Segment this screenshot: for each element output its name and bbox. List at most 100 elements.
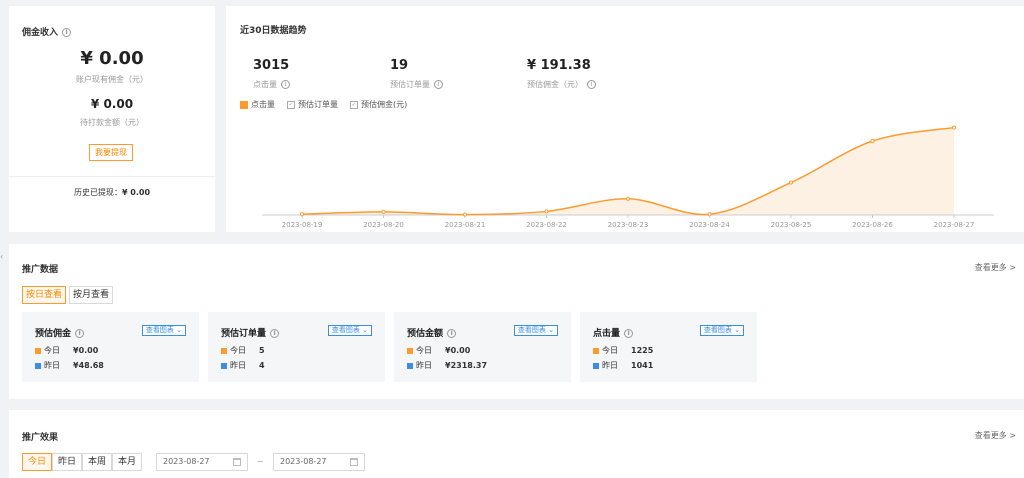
info-icon[interactable]: i [62, 28, 72, 37]
x-tick-label: 2023-08-26 [852, 221, 893, 229]
est-commission-label: 预估佣金（元） [527, 80, 583, 89]
square-icon [35, 347, 41, 354]
chevron-down-icon: ⌄ [176, 326, 182, 334]
today-row: 今日 ¥0.00 [35, 345, 98, 356]
stat-card-amount: 预估金额 i 查看图表 ⌄ 今日 ¥0.00 昨日 ¥2318.37 [394, 312, 571, 382]
x-tick-label: 2023-08-19 [282, 221, 323, 229]
stat-card-commission: 预估佣金 i 查看图表 ⌄ 今日 ¥0.00 昨日 ¥48.68 [22, 312, 199, 382]
clicks-value: 3015 [253, 58, 290, 73]
x-tick-label: 2023-08-24 [689, 221, 730, 229]
balance-value: ¥ 0.00 [80, 48, 144, 69]
tab-yesterday[interactable]: 昨日 [52, 453, 82, 471]
data-point[interactable] [788, 180, 794, 185]
clicks-label: 点击量 [253, 80, 277, 89]
square-icon [221, 347, 227, 354]
today-value: 5 [259, 346, 265, 355]
square-icon [407, 347, 413, 354]
stat-title: 预估佣金 [35, 329, 72, 339]
chevron-down-icon: ⌄ [548, 326, 554, 334]
history-label: 历史已提现： [73, 188, 122, 197]
x-tick-label: 2023-08-27 [934, 221, 975, 229]
today-value: ¥0.00 [445, 346, 471, 355]
x-tick-label: 2023-08-20 [363, 221, 404, 229]
tab-this-month[interactable]: 本月 [112, 453, 142, 471]
effect-more-link[interactable]: 查看更多 > [975, 430, 1016, 441]
commission-card: 佣金收入 i ¥ 0.00 账户现有佣金（元） ¥ 0.00 待打款金额（元） 我… [9, 6, 215, 232]
view-chart-button[interactable]: 查看图表 ⌄ [141, 325, 186, 336]
pending-value: ¥ 0.00 [90, 97, 134, 111]
view-chart-button[interactable]: 查看图表 ⌄ [513, 325, 558, 336]
tab-today[interactable]: 今日 [22, 453, 52, 471]
promo-more-link[interactable]: 查看更多 > [975, 262, 1016, 273]
balance-label: 账户现有佣金（元） [76, 75, 148, 84]
chevron-down-icon: ⌄ [362, 326, 368, 334]
x-tick-label: 2023-08-21 [445, 221, 486, 229]
yesterday-value: ¥48.68 [73, 361, 104, 370]
sidebar-collapse-icon[interactable]: ‹ [0, 252, 3, 261]
est-commission-value: ¥ 191.38 [527, 58, 591, 73]
today-row: 今日 1225 [593, 345, 653, 356]
yesterday-row: 昨日 ¥2318.37 [407, 360, 487, 371]
info-icon[interactable]: i [587, 80, 596, 89]
x-tick-label: 2023-08-23 [608, 221, 649, 229]
legend-square-icon [240, 100, 248, 109]
date-separator: ~ [257, 457, 264, 466]
trend-card: 近30日数据趋势 3015 点击量 i 19 预估订单量 i ¥ 191.38 预估… [226, 6, 1024, 232]
stat-title: 预估金额 [407, 329, 444, 339]
legend-orders[interactable]: ✓ 预估订单量 [287, 99, 338, 110]
info-icon[interactable]: i [281, 80, 290, 89]
series-area [302, 127, 954, 215]
stat-card-clicks: 点击量 i 查看图表 ⌄ 今日 1225 昨日 1041 [580, 312, 757, 382]
info-icon[interactable]: i [447, 329, 457, 338]
yesterday-value: 1041 [631, 361, 654, 370]
square-icon [221, 362, 227, 369]
view-chart-button[interactable]: 查看图表 ⌄ [327, 325, 372, 336]
legend-commission[interactable]: ✓ 预估佣金(元) [350, 99, 407, 110]
data-point[interactable] [544, 209, 549, 214]
square-icon [593, 347, 599, 354]
tab-daily[interactable]: 按日查看 [22, 286, 66, 304]
square-icon [407, 362, 413, 369]
info-icon[interactable]: i [270, 329, 280, 338]
chart-legend: 点击量 ✓ 预估订单量 ✓ 预估佣金(元) [240, 99, 419, 110]
today-value: ¥0.00 [73, 346, 99, 355]
data-point[interactable] [625, 196, 631, 201]
data-point[interactable] [381, 209, 386, 214]
pending-label: 待打款金额（元） [80, 118, 144, 127]
end-date-input[interactable]: 2023-08-27 [273, 453, 365, 471]
orders-value: 19 [390, 58, 409, 73]
yesterday-row: 昨日 4 [221, 360, 265, 371]
today-value: 1225 [631, 346, 654, 355]
square-icon [593, 362, 599, 369]
tab-monthly[interactable]: 按月查看 [69, 286, 113, 304]
yesterday-value: ¥2318.37 [445, 361, 488, 370]
view-chart-button[interactable]: 查看图表 ⌄ [699, 325, 744, 336]
square-icon [35, 362, 41, 369]
history-withdrawn: 历史已提现：¥ 0.00 [9, 187, 215, 198]
data-point[interactable] [951, 125, 957, 130]
stat-title: 点击量 [593, 329, 621, 339]
calendar-icon [350, 458, 358, 466]
yesterday-value: 4 [259, 361, 265, 370]
promo-title: 推广数据 [22, 265, 59, 275]
history-value: ¥ 0.00 [121, 188, 151, 197]
withdraw-button[interactable]: 我要提现 [89, 144, 133, 161]
info-icon[interactable]: i [434, 80, 443, 89]
effect-title: 推广效果 [22, 433, 59, 443]
checkbox-icon: ✓ [350, 100, 358, 109]
tab-this-week[interactable]: 本周 [82, 453, 112, 471]
commission-title: 佣金收入 [22, 28, 59, 38]
x-tick-label: 2023-08-22 [526, 221, 567, 229]
info-icon[interactable]: i [624, 329, 634, 338]
trend-chart: 2023-08-19 2023-08-20 2023-08-21 2023-08-22… [262, 125, 994, 229]
data-point[interactable] [870, 138, 875, 144]
divider [9, 176, 215, 177]
x-tick-label: 2023-08-25 [771, 221, 812, 229]
trend-title: 近30日数据趋势 [240, 26, 307, 36]
legend-clicks[interactable]: 点击量 [240, 99, 275, 110]
start-date-input[interactable]: 2023-08-27 [156, 453, 248, 471]
yesterday-row: 昨日 1041 [593, 360, 653, 371]
checkbox-icon: ✓ [287, 100, 295, 109]
stat-card-orders: 预估订单量 i 查看图表 ⌄ 今日 5 昨日 4 [208, 312, 385, 382]
info-icon[interactable]: i [75, 329, 85, 338]
